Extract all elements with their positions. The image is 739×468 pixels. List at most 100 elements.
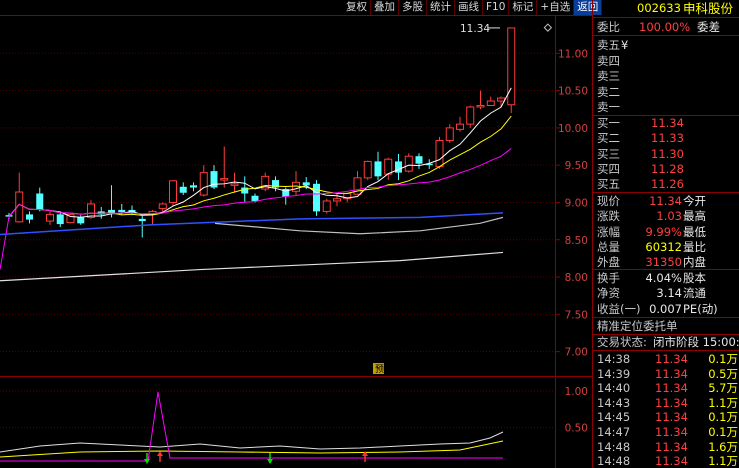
- price-axis-label: 10.00: [558, 123, 588, 135]
- price-axis-label: 11.00: [558, 48, 588, 60]
- candle-body: [199, 172, 208, 196]
- toolbar-button-0[interactable]: 复权: [343, 0, 371, 15]
- fund-row-0: 换手 4.04% 股本: [593, 271, 739, 286]
- ma250-line: [0, 251, 504, 282]
- candle-body: [292, 181, 300, 192]
- tick-volume: 1.6万: [708, 439, 738, 454]
- tick-time: 14:39: [597, 366, 631, 381]
- price-axis-label: 8.50: [565, 235, 588, 247]
- candle-body: [363, 160, 372, 179]
- toolbar-button-2[interactable]: 多股: [399, 0, 427, 15]
- candle-body: [118, 209, 126, 213]
- ask-row-2: 卖三: [593, 69, 739, 84]
- candle-body: [313, 183, 320, 212]
- stock-terminal: 11.00 10.50 10.00 9.50 9.00 8.50 8.00 7.50 7.00 1…: [0, 0, 739, 468]
- price-axis-label: 8.00: [565, 272, 588, 284]
- candle-body: [87, 203, 95, 218]
- candle-body: [476, 105, 485, 108]
- tick-volume: 1.1万: [708, 395, 738, 410]
- candle-body: [384, 158, 393, 175]
- candle-body: [415, 156, 423, 164]
- tick-price: 11.34: [655, 366, 688, 381]
- tick-time: 14:45: [597, 410, 631, 425]
- ma60-line: [0, 212, 504, 236]
- price-axis-label: 9.50: [565, 160, 588, 172]
- candle-body: [374, 161, 382, 177]
- bids-divider: [593, 192, 739, 193]
- tick-row-7: 14:48 11.34 1.1万: [593, 454, 739, 468]
- trade-status-value: 闭市阶段 15:00:: [653, 335, 739, 349]
- candle-body: [435, 140, 444, 168]
- fund-value: 4.04%: [645, 271, 682, 285]
- candle-body: [190, 185, 197, 188]
- bid-label: 买三: [597, 146, 620, 161]
- ask-label: 卖二: [597, 84, 620, 99]
- tick-volume: 0.5万: [708, 366, 738, 381]
- quote-value: 9.99%: [645, 224, 682, 239]
- candle-body: [486, 100, 495, 107]
- bid-label: 买一: [597, 116, 620, 130]
- tick-row-6: 14:48 11.34 1.6万: [593, 440, 739, 455]
- toolbar-button-7[interactable]: +自选: [537, 0, 575, 15]
- candle-body: [302, 182, 310, 186]
- ask-row-0: 卖五 ¥: [593, 38, 739, 53]
- ask-label: 卖三: [597, 69, 620, 83]
- tick-volume: 5.7万: [708, 381, 738, 396]
- candle-body: [77, 217, 85, 224]
- fund-right-label: PE(动): [683, 301, 718, 316]
- quote-value: 11.34: [649, 194, 682, 208]
- quote-label: 涨跌: [597, 209, 620, 224]
- tick-row-1: 14:39 11.34 0.5万: [593, 367, 739, 382]
- fund-divider: [593, 317, 739, 318]
- tick-price: 11.34: [655, 381, 688, 396]
- fund-label: 换手: [597, 271, 620, 285]
- ask-row-3: 卖二: [593, 85, 739, 100]
- quote-row-2: 涨幅 9.99% 最低: [593, 225, 739, 240]
- candle-body: [322, 200, 331, 212]
- candle-body: [26, 214, 33, 220]
- tick-price: 11.34: [655, 454, 688, 468]
- ratio-value: 100.00%: [639, 20, 691, 34]
- tick-row-0: 14:38 11.34 0.1万: [593, 352, 739, 367]
- fund-right-label: 流通: [683, 286, 706, 301]
- bid-price: 11.33: [651, 131, 684, 146]
- bid-row-4: 买五 11.26: [593, 177, 739, 192]
- ask-label: 卖一: [597, 100, 620, 114]
- candle-body: [158, 203, 167, 209]
- fund-row-1: 净资 3.14 流通: [593, 286, 739, 301]
- toolbar-button-1[interactable]: 叠加: [371, 0, 399, 15]
- quote-row-0: 现价 11.34 今开: [593, 194, 739, 209]
- tick-row-4: 14:45 11.34 0.1万: [593, 410, 739, 425]
- quote-label: 外盘: [597, 255, 620, 270]
- tick-volume: 1.1万: [708, 454, 738, 468]
- quote-label: 涨幅: [597, 224, 620, 239]
- fund-right-label: 股本: [683, 271, 706, 285]
- ask-label: 卖五: [597, 38, 620, 52]
- ratio-row: 委比 100.00% 委差: [593, 20, 739, 35]
- quote-row-1: 涨跌 1.03 最高: [593, 209, 739, 224]
- tick-time: 14:40: [597, 381, 631, 396]
- tick-time: 14:38: [597, 352, 631, 366]
- tick-row-2: 14:40 11.34 5.7万: [593, 381, 739, 396]
- tick-price: 11.34: [655, 410, 688, 425]
- bid-label: 买二: [597, 131, 620, 146]
- fund-label: 收益(一): [597, 301, 641, 316]
- quote-row-4: 外盘 31350 内盘: [593, 255, 739, 270]
- toolbar-button-3[interactable]: 统计: [427, 0, 455, 15]
- bid-row-1: 买二 11.33: [593, 131, 739, 146]
- candle-body: [230, 183, 239, 186]
- quote-value: 31350: [645, 255, 682, 270]
- candle-body: [404, 155, 413, 172]
- fund-row-2: 收益(一) 0.007 PE(动): [593, 302, 739, 317]
- order-title-row: 精准定位委托单: [593, 319, 739, 334]
- toolbar-button-5[interactable]: F10: [483, 0, 510, 15]
- quote-right-label: 最高: [683, 209, 706, 224]
- toolbar-button-6[interactable]: 标记: [509, 0, 538, 15]
- ratio-divider: [593, 35, 739, 36]
- quote-right-label: 内盘: [683, 255, 706, 270]
- candle-body: [46, 213, 54, 222]
- toolbar-button-4[interactable]: 画线: [455, 0, 483, 15]
- indicator-axis-label: 1.00: [565, 386, 588, 398]
- quote-right-label: 最低: [683, 224, 706, 239]
- sell-signal-arrow: [267, 459, 273, 464]
